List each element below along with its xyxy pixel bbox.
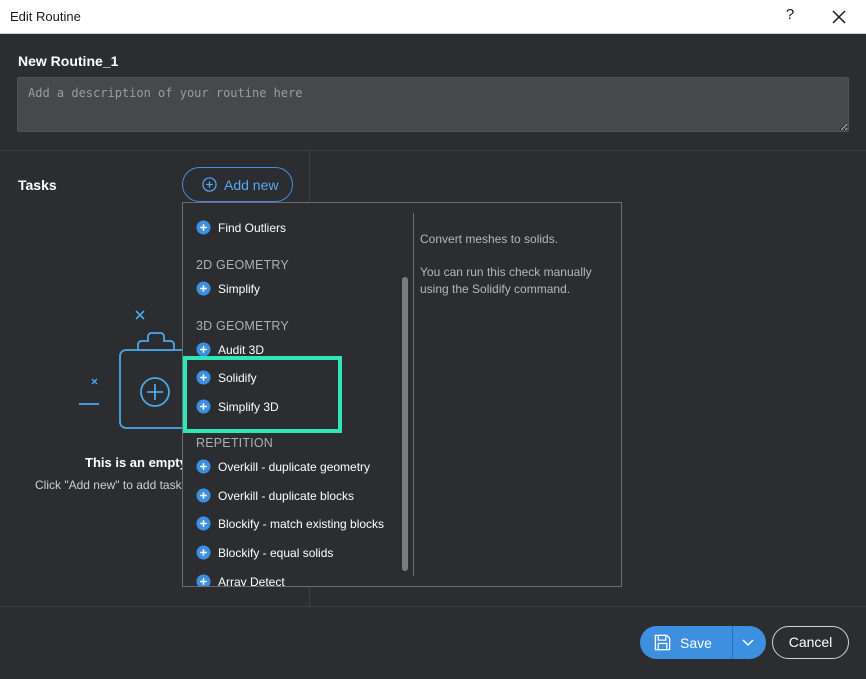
divider [0, 606, 866, 607]
add-task-dropdown: Find Outliers 2D GEOMETRY Simplify 3D GE… [182, 202, 622, 587]
divider [413, 213, 414, 576]
close-icon [832, 10, 846, 24]
menu-item-label: Find Outliers [218, 221, 287, 235]
task-list: Find Outliers 2D GEOMETRY Simplify 3D GE… [183, 203, 405, 587]
category-2d-geometry: 2D GEOMETRY [196, 258, 289, 272]
cancel-button[interactable]: Cancel [772, 626, 849, 659]
menu-item-label: Overkill - duplicate geometry [218, 460, 371, 474]
plus-circle-icon [196, 281, 211, 296]
plus-circle-icon [196, 399, 211, 414]
plus-circle-icon [202, 177, 217, 192]
plus-circle-icon [196, 516, 211, 531]
menu-item-label: Array Detect [218, 575, 285, 587]
title-bar: Edit Routine ? [0, 0, 866, 34]
plus-circle-icon [196, 342, 211, 357]
scrollbar-thumb[interactable] [402, 277, 408, 571]
save-button[interactable]: Save [640, 626, 732, 659]
plus-circle-icon [196, 574, 211, 586]
menu-item-label: Simplify [218, 282, 261, 296]
tasks-heading: Tasks [18, 177, 57, 193]
task-description-panel: Convert meshes to solids. You can run th… [420, 231, 615, 314]
menu-item-label: Solidify [218, 371, 257, 385]
menu-item-label: Audit 3D [218, 343, 265, 357]
plus-circle-icon [196, 488, 211, 503]
plus-circle-icon [196, 370, 211, 385]
empty-state-title: This is an empty [85, 455, 187, 470]
save-disk-icon [654, 634, 671, 651]
help-button[interactable]: ? [782, 6, 798, 26]
save-options-button[interactable] [733, 626, 766, 659]
task-description-line: You can run this check manually using th… [420, 265, 592, 296]
menu-item-label: Overkill - duplicate blocks [218, 489, 355, 503]
menu-item-label: Blockify - equal solids [218, 546, 334, 560]
close-button[interactable] [826, 4, 852, 30]
add-new-label: Add new [224, 177, 279, 193]
plus-circle-icon [196, 220, 211, 235]
plus-circle-icon [196, 545, 211, 560]
category-repetition: REPETITION [196, 436, 274, 450]
add-new-button[interactable]: Add new [182, 167, 293, 202]
task-description-line: Convert meshes to solids. [420, 232, 559, 246]
description-input[interactable] [17, 77, 849, 132]
save-split-button: Save [640, 626, 766, 659]
menu-item-label: Blockify - match existing blocks [218, 517, 385, 531]
plus-circle-icon [196, 459, 211, 474]
routine-name: New Routine_1 [18, 53, 119, 69]
save-label: Save [680, 635, 712, 651]
chevron-down-icon [742, 639, 754, 647]
menu-item-label: Simplify 3D [218, 400, 279, 414]
category-3d-geometry: 3D GEOMETRY [196, 319, 289, 333]
window-title: Edit Routine [10, 9, 81, 24]
empty-state-subtitle: Click "Add new" to add task [35, 478, 182, 492]
divider [0, 150, 866, 151]
